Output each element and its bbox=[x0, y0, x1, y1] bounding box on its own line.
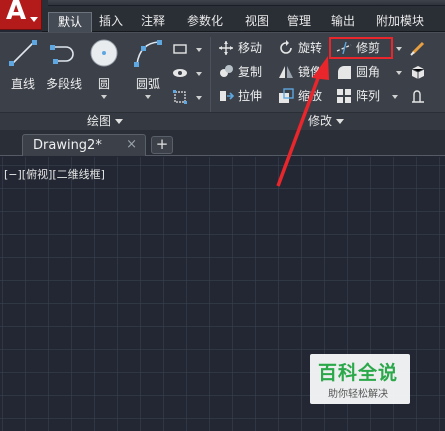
watermark-logo: 百科全说 助你轻松解决 bbox=[310, 354, 410, 404]
chevron-down-icon bbox=[101, 95, 107, 99]
modify-panel-title[interactable]: 修改 bbox=[308, 113, 345, 129]
region-tool-button[interactable] bbox=[172, 87, 202, 107]
quick-access-toolbar bbox=[48, 0, 445, 6]
offset-icon bbox=[410, 88, 426, 104]
chevron-down-icon bbox=[196, 72, 202, 76]
scale-icon bbox=[278, 88, 294, 104]
tab-manage[interactable]: 管理 bbox=[282, 12, 316, 32]
tab-default[interactable]: 默认 bbox=[48, 12, 92, 32]
stretch-icon bbox=[218, 88, 235, 104]
rectangle-icon bbox=[172, 41, 188, 57]
explode-button[interactable] bbox=[410, 62, 432, 82]
tab-insert[interactable]: 插入 bbox=[94, 12, 128, 32]
ribbon-tab-bar: 默认 插入 注释 参数化 视图 管理 输出 附加模块 bbox=[42, 8, 445, 32]
hatch-icon bbox=[172, 65, 188, 81]
chevron-down-icon[interactable] bbox=[396, 71, 402, 75]
chevron-down-icon[interactable] bbox=[392, 95, 398, 99]
new-tab-button[interactable]: + bbox=[151, 136, 173, 154]
file-tab-bar: Drawing2* × + bbox=[0, 130, 445, 156]
copy-button[interactable]: 复制 bbox=[218, 62, 270, 82]
copy-icon bbox=[218, 64, 234, 80]
title-bar bbox=[0, 0, 445, 8]
chevron-down-icon bbox=[336, 119, 345, 124]
viewport-controls[interactable]: [−][俯视][二维线框] bbox=[4, 166, 105, 182]
mirror-icon bbox=[278, 64, 294, 80]
trim-highlight-box bbox=[329, 37, 393, 59]
polyline-icon bbox=[48, 37, 80, 69]
stretch-button[interactable]: 拉伸 bbox=[218, 86, 270, 106]
fillet-button[interactable]: 圆角 bbox=[336, 62, 392, 82]
app-logo: A bbox=[6, 0, 27, 26]
chevron-down-icon bbox=[196, 96, 202, 100]
file-tab-drawing2[interactable]: Drawing2* × bbox=[22, 134, 146, 156]
chevron-down-icon bbox=[115, 119, 124, 124]
rectangle-tool-button[interactable] bbox=[172, 39, 202, 59]
array-button[interactable]: 阵列 bbox=[336, 86, 392, 106]
scale-button[interactable]: 缩放 bbox=[278, 86, 330, 106]
circle-icon bbox=[88, 37, 120, 69]
chevron-down-icon bbox=[145, 95, 151, 99]
panel-title-bar bbox=[0, 112, 445, 131]
tab-output[interactable]: 输出 bbox=[326, 12, 360, 32]
fillet-icon bbox=[336, 64, 352, 80]
tab-parametric[interactable]: 参数化 bbox=[180, 12, 230, 32]
line-tool-button[interactable]: 直线 bbox=[3, 37, 43, 103]
polyline-tool-button[interactable]: 多段线 bbox=[44, 37, 84, 103]
tab-annotate[interactable]: 注释 bbox=[136, 12, 170, 32]
chevron-down-icon[interactable] bbox=[396, 47, 402, 51]
arc-icon bbox=[132, 37, 164, 69]
application-menu-button[interactable]: A bbox=[0, 0, 42, 30]
erase-button[interactable] bbox=[410, 38, 432, 58]
line-icon bbox=[7, 37, 39, 69]
circle-tool-button[interactable]: 圆 bbox=[84, 37, 124, 103]
rotate-button[interactable]: 旋转 bbox=[278, 38, 330, 58]
draw-panel-title[interactable]: 绘图 bbox=[87, 113, 124, 129]
tab-addins[interactable]: 附加模块 bbox=[368, 12, 432, 32]
rotate-icon bbox=[278, 40, 294, 56]
boundary-icon bbox=[172, 89, 188, 105]
cube-icon bbox=[410, 64, 426, 80]
arc-tool-button[interactable]: 圆弧 bbox=[128, 37, 168, 103]
move-button[interactable]: 移动 bbox=[218, 38, 270, 58]
hatch-tool-button[interactable] bbox=[172, 63, 202, 83]
chevron-down-icon bbox=[30, 17, 38, 22]
pencil-icon bbox=[410, 40, 426, 56]
array-icon bbox=[336, 88, 352, 104]
chevron-down-icon bbox=[196, 48, 202, 52]
close-icon[interactable]: × bbox=[126, 137, 137, 152]
mirror-button[interactable]: 镜像 bbox=[278, 62, 330, 82]
move-icon bbox=[218, 40, 234, 56]
tab-view[interactable]: 视图 bbox=[240, 12, 274, 32]
offset-button[interactable] bbox=[410, 86, 432, 106]
